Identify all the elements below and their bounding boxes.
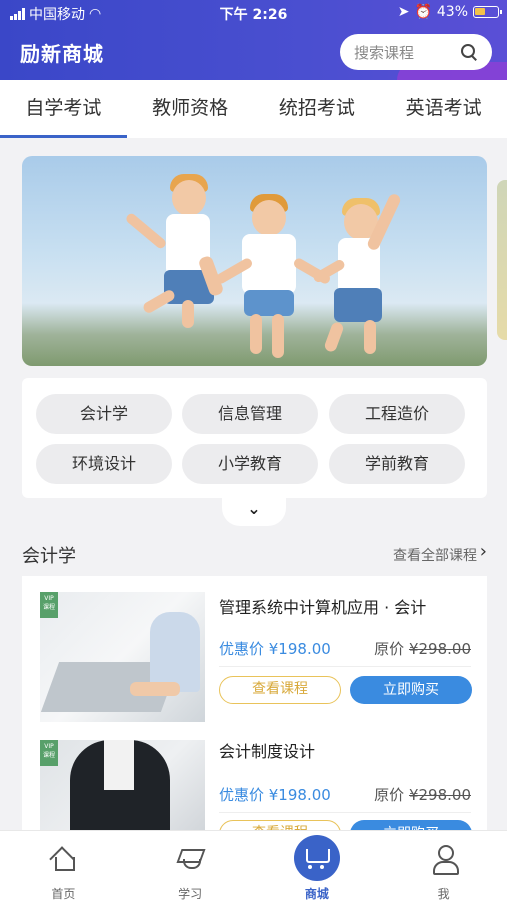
view-course-button[interactable]: 查看课程 (219, 676, 341, 704)
course-title[interactable]: 管理系统中计算机应用 · 会计 (219, 594, 426, 618)
nav-item-me[interactable]: 我 (380, 831, 507, 900)
tab-teacher-qualification[interactable]: 教师资格 (127, 80, 254, 138)
tab-unified-exam[interactable]: 统招考试 (254, 80, 381, 138)
battery-percent: 43% (436, 4, 468, 20)
search-icon[interactable] (460, 43, 478, 61)
buy-now-button[interactable]: 立即购买 (350, 820, 472, 830)
page-title: 励新商城 (20, 42, 104, 66)
graduation-cap-icon[interactable] (175, 847, 205, 871)
course-thumbnail[interactable]: VIP 课程 (40, 740, 205, 830)
view-all-courses-link[interactable]: 查看全部课程 (393, 545, 477, 565)
header-bar: 中国移动 ◠ 下午 2:26 ➤ ⏰ 43% 励新商城 搜索课程 (0, 0, 507, 80)
chevron-down-icon[interactable]: ⌄ (222, 496, 286, 526)
bottom-nav: 首页 学习 商城 我 (0, 830, 507, 900)
status-bar: 中国移动 ◠ 下午 2:26 ➤ ⏰ 43% (0, 0, 507, 26)
original-price: 原价 ¥298.00 (374, 784, 471, 805)
course-title[interactable]: 会计制度设计 (219, 738, 315, 762)
user-icon[interactable] (432, 845, 459, 875)
nav-item-home[interactable]: 首页 (0, 831, 127, 900)
nav-label: 商城 (304, 887, 329, 900)
sale-price: 优惠价 ¥198.00 (219, 640, 331, 658)
tab-self-study-exam[interactable]: 自学考试 (0, 80, 127, 138)
chevron-right-icon[interactable]: › (480, 541, 487, 562)
category-tabs: 自学考试 教师资格 统招考试 英语考试 (0, 80, 507, 138)
course-list: VIP 课程 管理系统中计算机应用 · 会计 优惠价 ¥198.00 原价 ¥29… (22, 576, 487, 830)
nav-label: 首页 (51, 887, 76, 900)
nav-item-mall[interactable]: 商城 (254, 831, 381, 900)
tab-english-exam[interactable]: 英语考试 (380, 80, 507, 138)
divider (219, 666, 471, 667)
next-banner-peek[interactable] (497, 180, 507, 340)
buy-now-button[interactable]: 立即购买 (350, 676, 472, 704)
original-price-label: 原价 (374, 786, 405, 804)
search-box[interactable]: 搜索课程 (340, 34, 492, 70)
nav-label: 我 (437, 887, 450, 900)
home-icon[interactable] (51, 847, 76, 871)
vip-badge: VIP 课程 (40, 592, 58, 618)
original-price-value: ¥298.00 (408, 640, 471, 658)
nav-label: 学习 (178, 887, 203, 900)
cart-icon[interactable] (293, 835, 340, 881)
category-chip-preschool-education[interactable]: 学前教育 (329, 444, 465, 484)
category-chip-environment-design[interactable]: 环境设计 (36, 444, 172, 484)
vip-badge: VIP 课程 (40, 740, 58, 766)
course-thumbnail[interactable]: VIP 课程 (40, 592, 205, 722)
category-chip-accounting[interactable]: 会计学 (36, 394, 172, 434)
original-price-value: ¥298.00 (408, 786, 471, 804)
course-card[interactable]: VIP 课程 管理系统中计算机应用 · 会计 优惠价 ¥198.00 原价 ¥29… (22, 576, 487, 726)
original-price: 原价 ¥298.00 (374, 638, 471, 659)
location-icon: ➤ (397, 4, 410, 20)
alarm-icon: ⏰ (414, 4, 432, 20)
category-chip-info-management[interactable]: 信息管理 (182, 394, 318, 434)
category-chip-primary-education[interactable]: 小学教育 (182, 444, 318, 484)
battery-icon (473, 6, 502, 18)
section-title: 会计学 (22, 546, 76, 567)
search-placeholder: 搜索课程 (354, 43, 415, 62)
course-card[interactable]: VIP课程 会计制度设计 优惠价 ¥198.00 原价 ¥298.00 查看课程… (22, 724, 487, 830)
nav-item-study[interactable]: 学习 (127, 831, 254, 900)
category-grid: 会计学 信息管理 工程造价 环境设计 小学教育 学前教育 (22, 378, 487, 498)
sale-price: 优惠价 ¥198.00 (219, 786, 331, 804)
divider (219, 812, 471, 813)
category-chip-engineering-cost[interactable]: 工程造价 (329, 394, 465, 434)
original-price-label: 原价 (374, 640, 405, 658)
promo-banner[interactable] (22, 156, 487, 366)
view-course-button[interactable]: 查看课程 (219, 820, 341, 830)
